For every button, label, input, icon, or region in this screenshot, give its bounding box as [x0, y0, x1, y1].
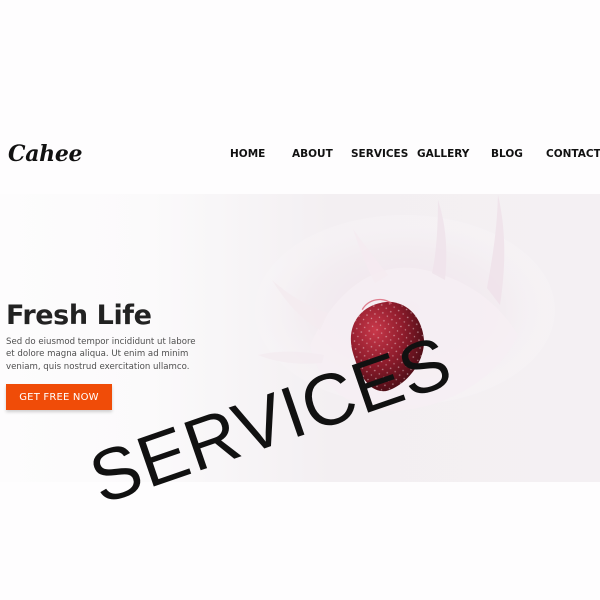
nav-blog-link[interactable]: BLOG — [491, 148, 523, 160]
get-free-now-button[interactable]: GET FREE NOW — [6, 384, 112, 410]
nav-about-link[interactable]: ABOUT — [292, 148, 333, 160]
main-navigation: HOME ABOUT SERVICES GALLERY BLOG CONTACT — [0, 148, 600, 162]
nav-services-link[interactable]: SERVICES — [351, 148, 408, 160]
hero-title: Fresh Life — [6, 300, 152, 332]
nav-home-link[interactable]: HOME — [230, 148, 265, 160]
page: Cahee HOME ABOUT SERVICES GALLERY BLOG C… — [0, 0, 600, 600]
nav-contact-link[interactable]: CONTACT — [546, 148, 600, 160]
hero-description: Sed do eiusmod tempor incididunt ut labo… — [6, 336, 196, 372]
nav-gallery-link[interactable]: GALLERY — [417, 148, 469, 160]
